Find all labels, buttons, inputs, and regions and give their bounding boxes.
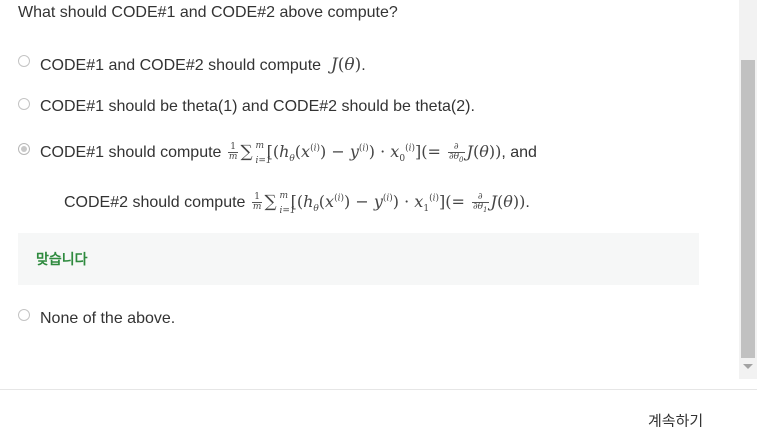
- option-3-line-2-suffix: .: [525, 194, 530, 211]
- option-3-formula-2: 1 m ∑ m i=1 [(hθ(x(i)) − y(i)) · x1(i)](= ∂ ∂θ…: [251, 191, 526, 217]
- option-3-line-1-suffix: , and: [501, 144, 537, 161]
- option-1-radio[interactable]: [18, 55, 30, 67]
- question-text: What should CODE#1 and CODE#2 above comp…: [18, 4, 398, 21]
- option-3-line-1: CODE#1 should compute 1 m ∑ m i=1 [(hθ(x(i)) …: [40, 141, 537, 167]
- option-1-label: CODE#1 and CODE#2 should compute J(θ).: [40, 55, 366, 75]
- option-1-prefix: CODE#1 and CODE#2 should compute: [40, 57, 322, 74]
- scrollbar[interactable]: [739, 0, 757, 379]
- scroll-down-arrow-icon[interactable]: [743, 364, 753, 369]
- option-3-line-1-prefix: CODE#1 should compute: [40, 144, 222, 161]
- footer-divider: [0, 389, 757, 390]
- option-1-formula: J: [325, 55, 338, 75]
- option-2-label: CODE#1 should be theta(1) and CODE#2 sho…: [40, 98, 475, 115]
- option-4-label: None of the above.: [40, 310, 176, 327]
- scrollbar-thumb[interactable]: [741, 60, 755, 358]
- quiz-page: What should CODE#1 and CODE#2 above comp…: [0, 0, 757, 427]
- feedback-box: 맞습니다: [18, 233, 699, 285]
- option-3-radio[interactable]: [18, 143, 30, 155]
- option-3-line-2-prefix: CODE#2 should compute: [64, 194, 246, 211]
- option-1-suffix: .: [361, 57, 366, 74]
- option-3-formula-1: 1 m ∑ m i=1 [(hθ(x(i)) − y(i)) · x0(i)](= ∂ ∂θ…: [227, 141, 502, 167]
- option-2-radio[interactable]: [18, 98, 30, 110]
- feedback-text: 맞습니다: [36, 251, 88, 267]
- option-3-line-2: CODE#2 should compute 1 m ∑ m i=1 [(hθ(x(i)) …: [64, 191, 530, 217]
- option-4-radio[interactable]: [18, 309, 30, 321]
- continue-button[interactable]: 계속하기: [648, 410, 703, 427]
